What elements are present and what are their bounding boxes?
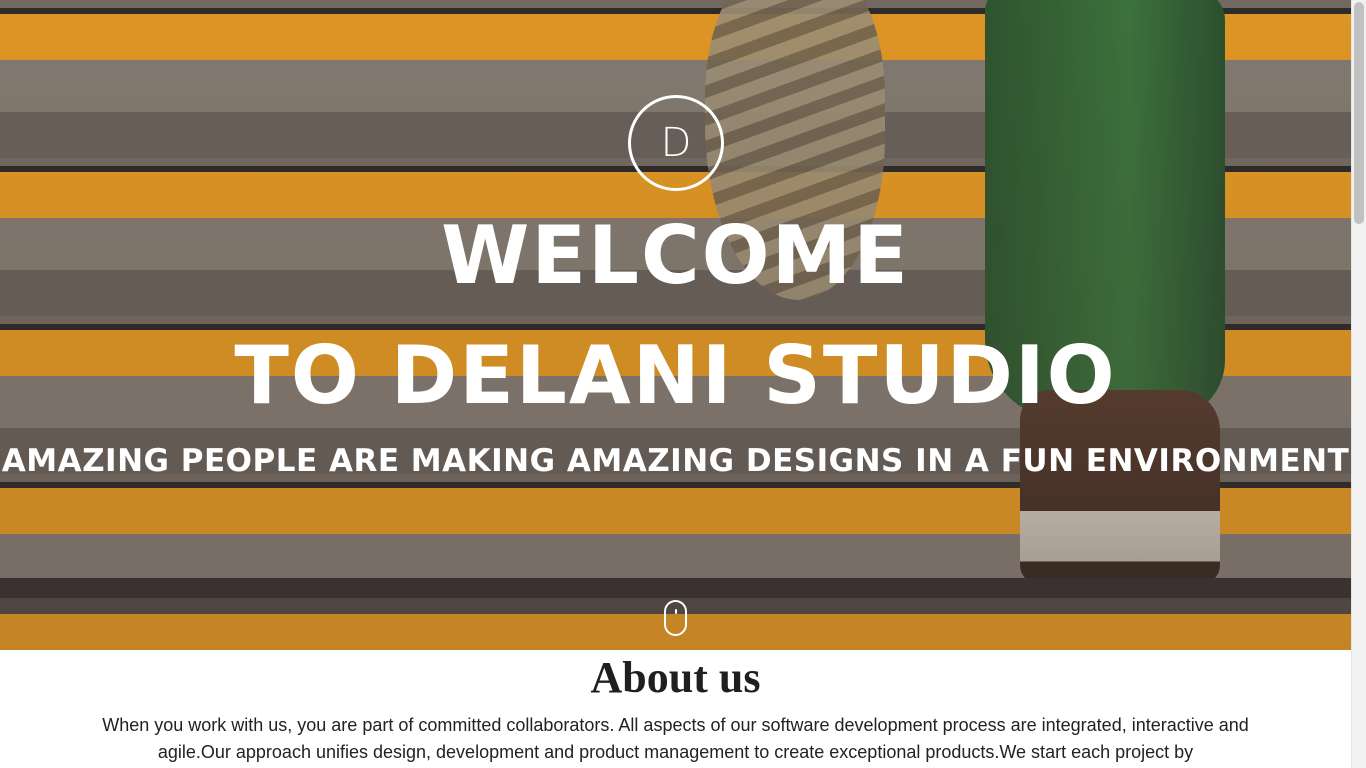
logo-circle[interactable]: D — [628, 95, 724, 191]
hero-section: D Welcome to Delani Studio Amazing peopl… — [0, 0, 1351, 650]
about-heading: About us — [590, 653, 761, 702]
hero-title: Welcome to Delani Studio — [0, 196, 1351, 436]
about-section: About us When you work with us, you are … — [0, 650, 1351, 768]
hero-subtitle: Amazing people are making amazing design… — [1, 443, 1350, 479]
mouse-scroll-icon[interactable] — [664, 600, 687, 636]
scrollbar-thumb[interactable] — [1354, 2, 1364, 224]
about-text: When you work with us, you are part of c… — [102, 715, 1249, 762]
page: D Welcome to Delani Studio Amazing peopl… — [0, 0, 1366, 768]
hero-title-line1: Welcome — [441, 209, 910, 302]
logo-letter: D — [660, 120, 692, 166]
vertical-scrollbar[interactable] — [1351, 0, 1366, 768]
hero-title-line2: to Delani Studio — [234, 329, 1117, 422]
